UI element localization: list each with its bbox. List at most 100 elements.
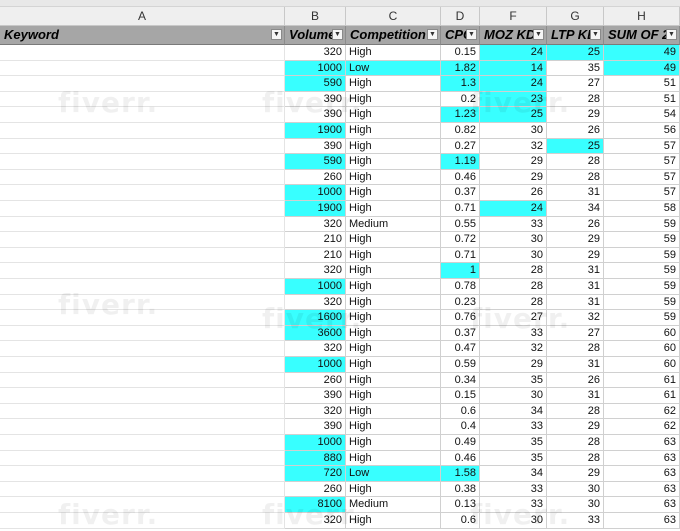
cell-keyword[interactable] xyxy=(0,45,285,61)
header-ltp-kd[interactable]: LTP KD ▼ xyxy=(547,26,604,45)
cell-ltp[interactable]: 31 xyxy=(547,263,604,279)
cell-cpc[interactable]: 1.58 xyxy=(441,466,480,482)
cell-competition[interactable]: High xyxy=(346,481,441,498)
cell-competition[interactable]: High xyxy=(346,403,441,420)
cell-moz[interactable]: 24 xyxy=(480,45,547,61)
cell-volume[interactable]: 1000 xyxy=(285,279,346,295)
cell-competition[interactable]: High xyxy=(346,388,441,404)
cell-cpc[interactable]: 0.59 xyxy=(441,357,480,373)
cell-cpc[interactable]: 0.34 xyxy=(441,372,480,389)
cell-ltp[interactable]: 25 xyxy=(547,45,604,61)
cell-ltp[interactable]: 28 xyxy=(547,169,604,186)
cell-keyword[interactable] xyxy=(0,60,285,77)
cell-sum[interactable]: 59 xyxy=(604,294,680,311)
cell-sum[interactable]: 49 xyxy=(604,45,680,61)
cell-cpc[interactable]: 0.71 xyxy=(441,201,480,217)
cell-keyword[interactable] xyxy=(0,138,285,155)
dropdown-arrow-icon[interactable]: ▼ xyxy=(332,29,343,40)
cell-keyword[interactable] xyxy=(0,325,285,342)
cell-volume[interactable]: 1000 xyxy=(285,357,346,373)
cell-competition[interactable]: High xyxy=(346,419,441,435)
cell-ltp[interactable]: 25 xyxy=(547,138,604,155)
cell-moz[interactable]: 35 xyxy=(480,372,547,389)
dropdown-arrow-icon[interactable]: ▼ xyxy=(466,29,477,40)
cell-volume[interactable]: 1900 xyxy=(285,123,346,139)
cell-sum[interactable]: 63 xyxy=(604,513,680,529)
cell-competition[interactable]: Low xyxy=(346,466,441,482)
cell-keyword[interactable] xyxy=(0,341,285,357)
cell-sum[interactable]: 56 xyxy=(604,123,680,139)
cell-sum[interactable]: 59 xyxy=(604,216,680,233)
cell-moz[interactable]: 33 xyxy=(480,419,547,435)
cell-volume[interactable]: 210 xyxy=(285,247,346,264)
dropdown-arrow-icon[interactable]: ▼ xyxy=(533,29,544,40)
cell-moz[interactable]: 26 xyxy=(480,185,547,201)
cell-keyword[interactable] xyxy=(0,123,285,139)
column-letter-b[interactable]: B xyxy=(285,7,346,25)
cell-competition[interactable]: High xyxy=(346,123,441,139)
cell-sum[interactable]: 62 xyxy=(604,419,680,435)
cell-sum[interactable]: 63 xyxy=(604,497,680,513)
cell-competition[interactable]: High xyxy=(346,341,441,357)
cell-competition[interactable]: High xyxy=(346,372,441,389)
cell-cpc[interactable]: 0.46 xyxy=(441,169,480,186)
cell-sum[interactable]: 57 xyxy=(604,185,680,201)
cell-moz[interactable]: 30 xyxy=(480,123,547,139)
cell-sum[interactable]: 60 xyxy=(604,341,680,357)
cell-keyword[interactable] xyxy=(0,403,285,420)
cell-ltp[interactable]: 31 xyxy=(547,185,604,201)
cell-moz[interactable]: 30 xyxy=(480,232,547,248)
cell-ltp[interactable]: 34 xyxy=(547,201,604,217)
cell-ltp[interactable]: 29 xyxy=(547,247,604,264)
cell-sum[interactable]: 63 xyxy=(604,450,680,467)
column-letter-f[interactable]: F xyxy=(480,7,547,25)
cell-moz[interactable]: 35 xyxy=(480,450,547,467)
cell-cpc[interactable]: 0.37 xyxy=(441,185,480,201)
cell-cpc[interactable]: 0.55 xyxy=(441,216,480,233)
cell-competition[interactable]: High xyxy=(346,357,441,373)
cell-sum[interactable]: 59 xyxy=(604,263,680,279)
cell-keyword[interactable] xyxy=(0,232,285,248)
cell-volume[interactable]: 590 xyxy=(285,154,346,170)
cell-moz[interactable]: 29 xyxy=(480,169,547,186)
header-sum-of-2[interactable]: SUM OF 2 ▼ xyxy=(604,26,680,45)
cell-sum[interactable]: 59 xyxy=(604,279,680,295)
cell-ltp[interactable]: 30 xyxy=(547,481,604,498)
cell-competition[interactable]: High xyxy=(346,154,441,170)
dropdown-arrow-icon[interactable]: ▼ xyxy=(271,29,282,40)
cell-sum[interactable]: 51 xyxy=(604,76,680,92)
cell-volume[interactable]: 390 xyxy=(285,138,346,155)
cell-competition[interactable]: High xyxy=(346,435,441,451)
cell-cpc[interactable]: 0.72 xyxy=(441,232,480,248)
cell-keyword[interactable] xyxy=(0,372,285,389)
header-moz-kd[interactable]: MOZ KD ▼ xyxy=(480,26,547,45)
dropdown-arrow-icon[interactable]: ▼ xyxy=(590,29,601,40)
cell-cpc[interactable]: 0.15 xyxy=(441,45,480,61)
cell-ltp[interactable]: 31 xyxy=(547,388,604,404)
cell-sum[interactable]: 51 xyxy=(604,91,680,108)
cell-sum[interactable]: 49 xyxy=(604,60,680,77)
cell-volume[interactable]: 320 xyxy=(285,45,346,61)
cell-volume[interactable]: 320 xyxy=(285,341,346,357)
cell-keyword[interactable] xyxy=(0,154,285,170)
cell-volume[interactable]: 880 xyxy=(285,450,346,467)
cell-volume[interactable]: 320 xyxy=(285,263,346,279)
cell-volume[interactable]: 390 xyxy=(285,388,346,404)
column-letter-d[interactable]: D xyxy=(441,7,480,25)
cell-keyword[interactable] xyxy=(0,419,285,435)
cell-volume[interactable]: 260 xyxy=(285,169,346,186)
dropdown-arrow-icon[interactable]: ▼ xyxy=(427,29,438,40)
cell-sum[interactable]: 57 xyxy=(604,138,680,155)
cell-cpc[interactable]: 0.47 xyxy=(441,341,480,357)
cell-moz[interactable]: 29 xyxy=(480,357,547,373)
cell-sum[interactable]: 54 xyxy=(604,107,680,123)
cell-competition[interactable]: High xyxy=(346,169,441,186)
cell-sum[interactable]: 59 xyxy=(604,310,680,326)
cell-keyword[interactable] xyxy=(0,201,285,217)
cell-moz[interactable]: 32 xyxy=(480,138,547,155)
cell-sum[interactable]: 63 xyxy=(604,435,680,451)
cell-sum[interactable]: 57 xyxy=(604,154,680,170)
cell-sum[interactable]: 60 xyxy=(604,357,680,373)
cell-competition[interactable]: High xyxy=(346,45,441,61)
cell-cpc[interactable]: 0.27 xyxy=(441,138,480,155)
